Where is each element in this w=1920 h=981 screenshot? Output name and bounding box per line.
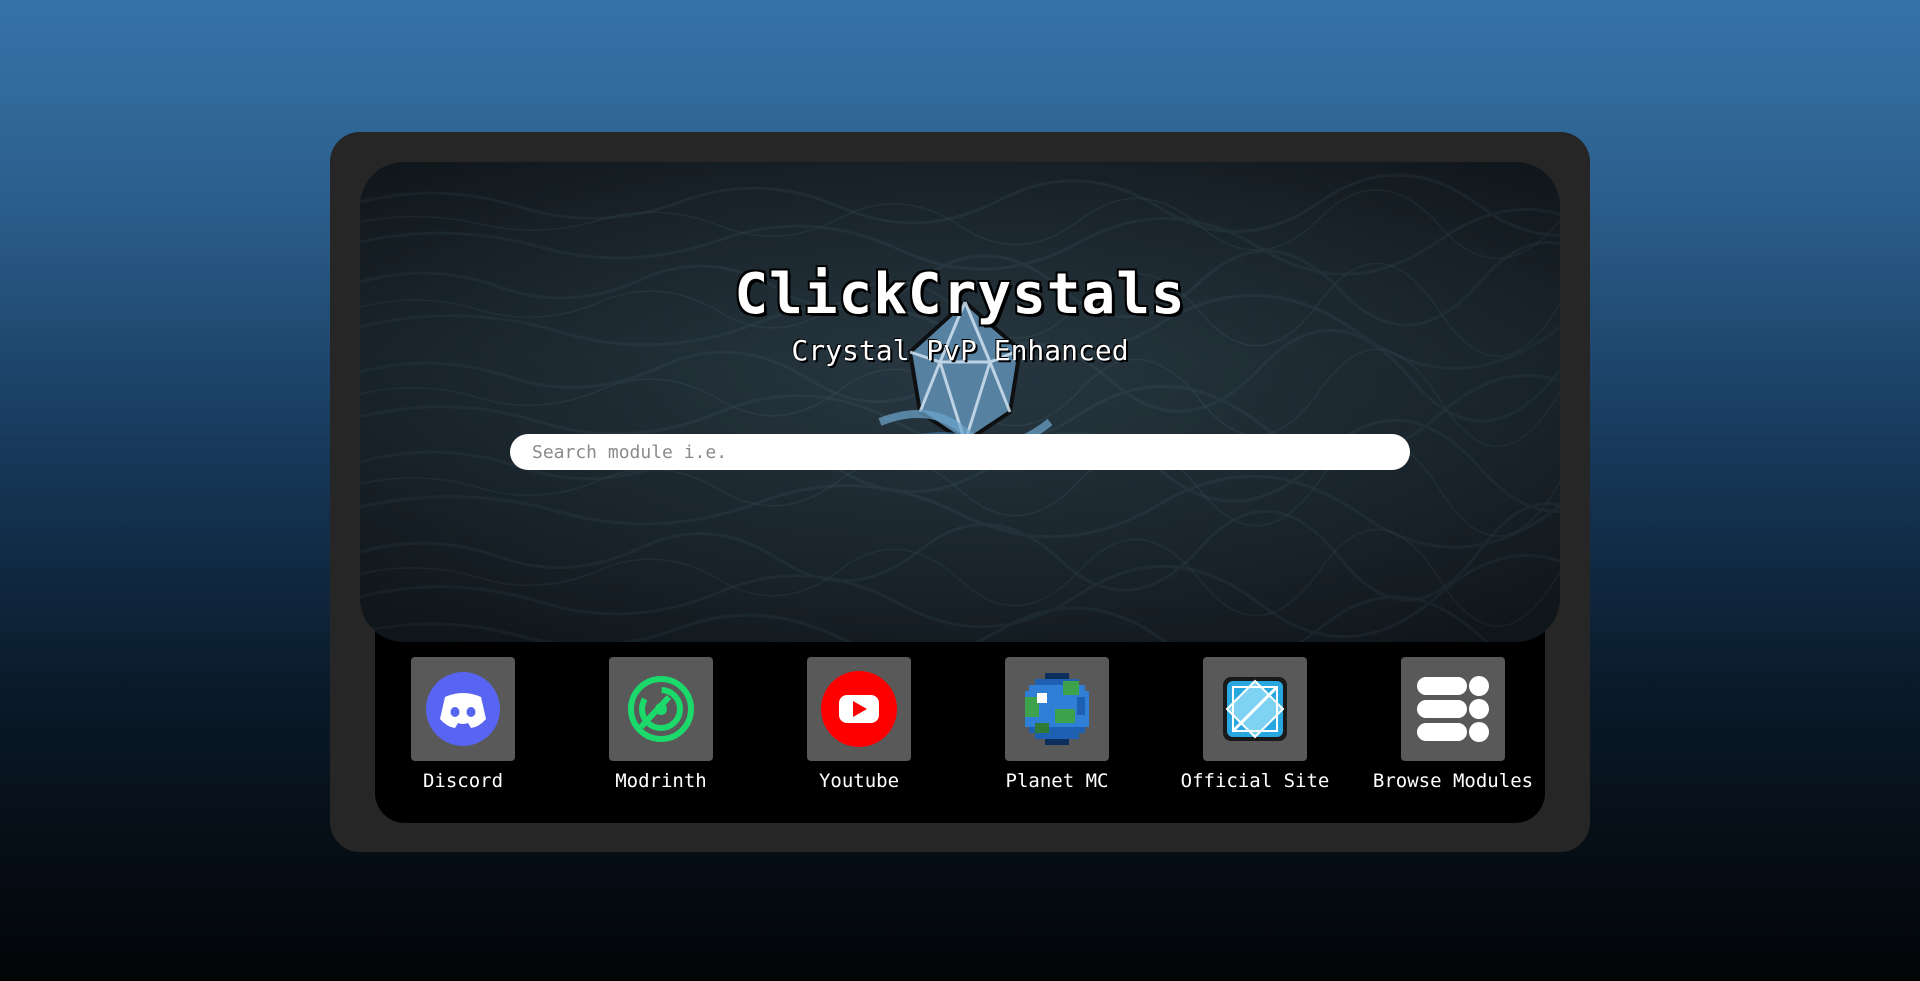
hero-banner: ClickCrystals Crystal PvP Enhanced	[360, 162, 1560, 642]
search-input[interactable]	[532, 434, 1392, 470]
youtube-tile[interactable]	[807, 657, 911, 761]
page-title: ClickCrystals	[734, 262, 1186, 327]
planet-mc-icon	[1025, 673, 1089, 745]
main-card: ClickCrystals Crystal PvP Enhanced Disco…	[330, 132, 1590, 852]
link-label-official-site[interactable]: Official Site	[1155, 770, 1355, 792]
modules-list-icon	[1417, 676, 1489, 742]
link-label-planet-mc[interactable]: Planet MC	[957, 770, 1157, 792]
discord-icon	[426, 672, 500, 746]
link-label-browse-modules[interactable]: Browse Modules	[1353, 770, 1553, 792]
link-label-youtube[interactable]: Youtube	[759, 770, 959, 792]
link-label-discord[interactable]: Discord	[363, 770, 563, 792]
link-label-modrinth[interactable]: Modrinth	[561, 770, 761, 792]
planet-mc-tile[interactable]	[1005, 657, 1109, 761]
search-bar	[510, 434, 1410, 470]
youtube-icon	[821, 671, 897, 747]
discord-tile[interactable]	[411, 657, 515, 761]
official-site-tile[interactable]	[1203, 657, 1307, 761]
modrinth-tile[interactable]	[609, 657, 713, 761]
browse-modules-tile[interactable]	[1401, 657, 1505, 761]
crystal-site-icon	[1223, 677, 1287, 741]
page-subtitle: Crystal PvP Enhanced	[791, 334, 1129, 367]
modrinth-icon	[628, 676, 694, 742]
